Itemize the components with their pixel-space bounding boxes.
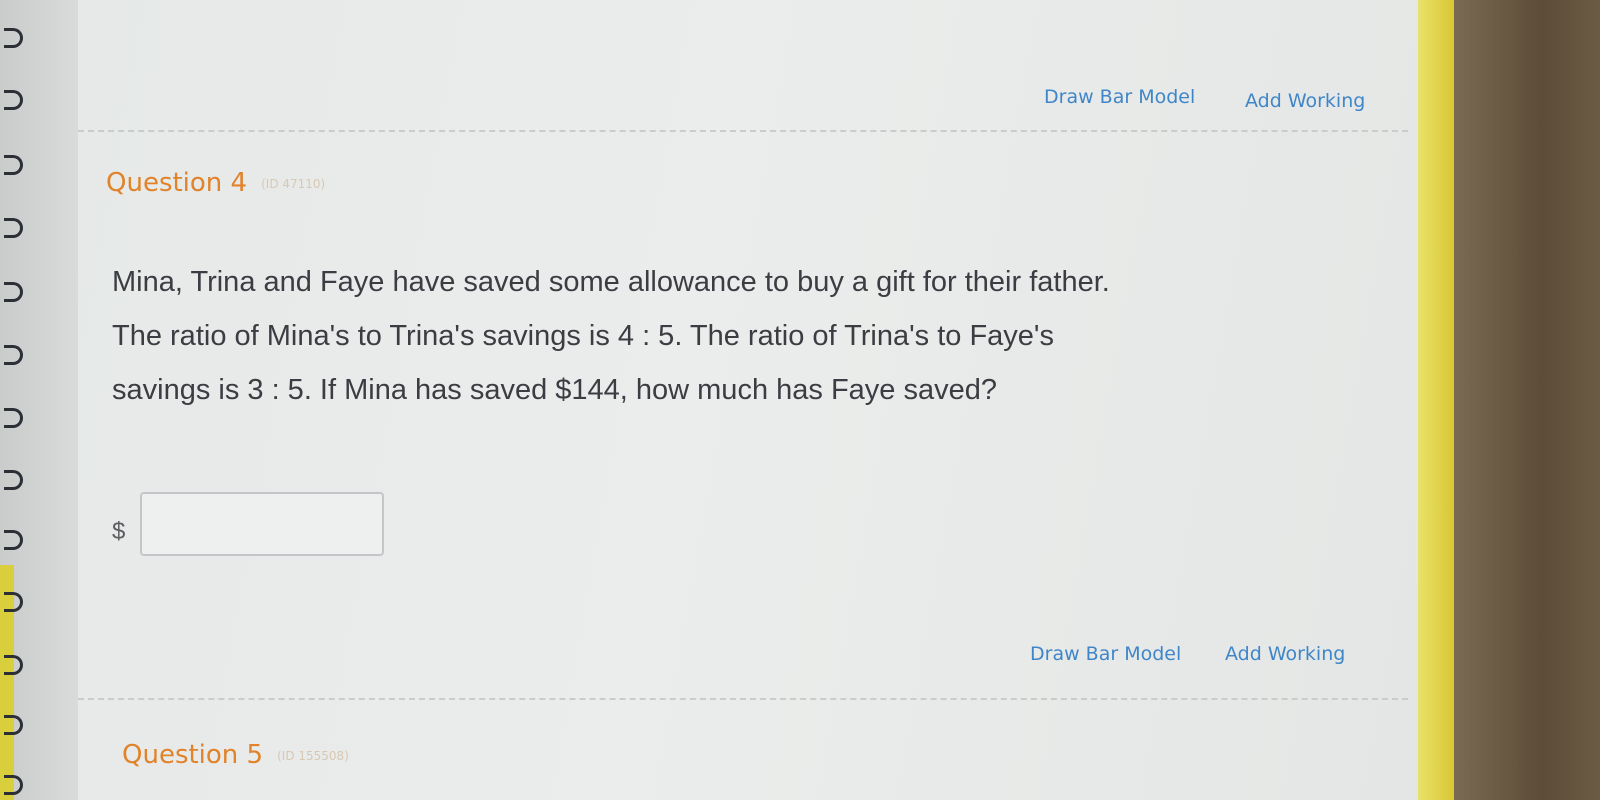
section-divider	[78, 130, 1408, 132]
question-line: savings is 3 : 5. If Mina has saved $144…	[112, 374, 997, 406]
answer-input[interactable]	[140, 492, 384, 556]
question-title: Question 4 (ID 47110)	[106, 168, 325, 198]
draw-bar-model-link-q4[interactable]: Draw Bar Model	[1044, 86, 1195, 108]
question-title: Question 5 (ID 155508)	[122, 740, 349, 770]
currency-symbol: $	[112, 518, 126, 545]
add-working-link-q4[interactable]: Add Working	[1245, 90, 1365, 112]
draw-bar-model-link-q5[interactable]: Draw Bar Model	[1030, 643, 1181, 665]
binder-ring-icon	[4, 218, 23, 238]
binder-ring-icon	[4, 715, 23, 735]
binder-ring-icon	[4, 775, 23, 795]
question-body: Mina, Trina and Faye have saved some all…	[112, 255, 1372, 417]
question-id: (ID 47110)	[261, 176, 326, 191]
binder-ring-icon	[4, 282, 23, 302]
binder-ring-icon	[4, 155, 23, 175]
section-divider	[78, 698, 1408, 700]
background-wall	[1454, 0, 1600, 800]
question-id: (ID 155508)	[277, 748, 349, 763]
binder-ring-icon	[4, 592, 23, 612]
binder-ring-icon	[4, 530, 23, 550]
binder-ring-icon	[4, 408, 23, 428]
question-number: Question 4	[106, 168, 248, 198]
add-working-link-q5[interactable]: Add Working	[1225, 643, 1345, 665]
question-line: Mina, Trina and Faye have saved some all…	[112, 266, 1110, 298]
binder-ring-icon	[4, 28, 23, 48]
binder-ring-icon	[4, 345, 23, 365]
right-bezel-yellow	[1418, 0, 1454, 800]
binder-ring-icon	[4, 655, 23, 675]
question-line: The ratio of Mina's to Trina's savings i…	[112, 320, 1054, 352]
binder-ring-icon	[4, 470, 23, 490]
binder-ring-icon	[4, 90, 23, 110]
question-number: Question 5	[122, 740, 264, 770]
left-bezel	[0, 0, 78, 800]
